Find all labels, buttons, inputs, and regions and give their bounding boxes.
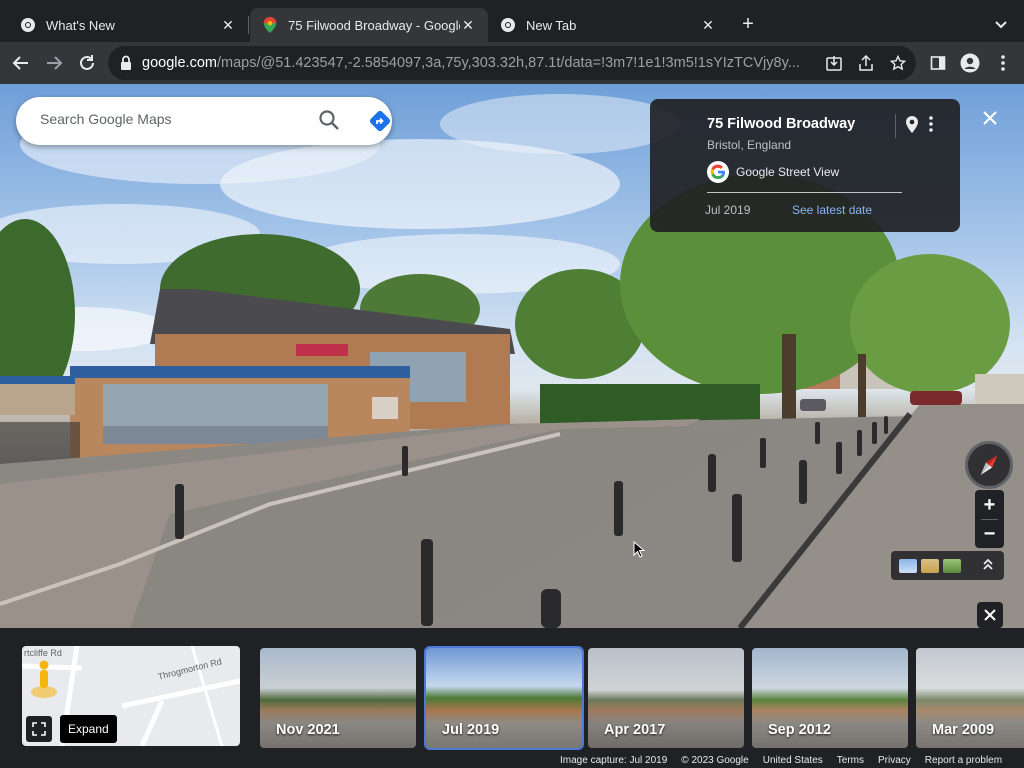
search-icon[interactable] — [318, 109, 342, 133]
browser-tab-bar: What's New ✕ 75 Filwood Broadway - Googl… — [0, 0, 1024, 46]
map-pin-icon[interactable] — [905, 115, 923, 137]
profile-avatar-icon[interactable] — [958, 51, 982, 75]
close-tab-icon[interactable]: ✕ — [460, 17, 476, 33]
browser-toolbar: google.com/maps/@51.423547,-2.5854097,3a… — [0, 42, 1024, 84]
timeline-date-label: Apr 2017 — [604, 722, 666, 738]
zoom-out-button[interactable]: − — [975, 520, 1004, 548]
divider — [707, 192, 902, 193]
close-tab-icon[interactable]: ✕ — [220, 17, 236, 33]
close-icon[interactable] — [978, 106, 1002, 130]
minimap[interactable]: rtcliffe Rd Throgmorton Rd — [22, 646, 240, 746]
tab-new-tab[interactable]: New Tab ✕ — [488, 8, 728, 42]
report-problem-link[interactable]: Report a problem — [925, 755, 1002, 768]
close-icon — [984, 609, 996, 621]
forward-arrow-icon[interactable] — [42, 51, 66, 75]
road-label: rtcliffe Rd — [24, 648, 62, 658]
kebab-menu-icon[interactable] — [991, 51, 1015, 75]
google-g-icon — [707, 161, 729, 183]
timeline-frame[interactable]: Nov 2021 — [260, 648, 416, 748]
search-input[interactable] — [40, 111, 290, 127]
timeline-date-label: Mar 2009 — [932, 722, 995, 738]
place-title: 75 Filwood Broadway — [707, 116, 856, 132]
new-tab-plus-icon[interactable]: + — [736, 12, 760, 36]
terms-link[interactable]: Terms — [837, 755, 864, 768]
expand-minimap-button[interactable] — [26, 716, 52, 742]
place-subtitle: Bristol, England — [707, 138, 792, 152]
timeline-date-label: Sep 2012 — [768, 722, 831, 738]
compass-button[interactable] — [965, 441, 1013, 489]
maps-search-box — [16, 97, 392, 145]
timeline-frame[interactable]: Sep 2012 — [752, 648, 908, 748]
image-capture-text: Image capture: Jul 2019 — [560, 755, 668, 766]
timeline-frame-selected[interactable]: Jul 2019 — [424, 646, 584, 750]
zoom-control: + − — [975, 490, 1004, 548]
lock-icon[interactable] — [120, 55, 134, 71]
maps-pin-icon — [262, 17, 278, 33]
timeline-frame[interactable]: Mar 2009 — [916, 648, 1024, 748]
more-options-icon[interactable] — [928, 115, 942, 137]
time-travel-filmstrip: rtcliffe Rd Throgmorton Rd Nov 2021 Jul … — [0, 628, 1024, 768]
expand-icon — [32, 722, 46, 736]
share-icon[interactable] — [857, 54, 875, 72]
layer-thumbnail[interactable] — [921, 559, 939, 573]
expand-up-icon[interactable] — [981, 556, 999, 574]
reload-icon[interactable] — [75, 51, 99, 75]
tab-whats-new[interactable]: What's New ✕ — [8, 8, 248, 42]
close-timeline-button[interactable] — [977, 602, 1003, 628]
layer-thumbnail[interactable] — [943, 559, 961, 573]
mouse-cursor-icon — [633, 541, 645, 559]
privacy-link[interactable]: Privacy — [878, 755, 911, 768]
tab-label: What's New — [46, 17, 115, 33]
chrome-icon — [20, 17, 36, 33]
tab-label: New Tab — [526, 17, 577, 33]
back-arrow-icon[interactable] — [9, 51, 33, 75]
install-app-icon[interactable] — [825, 54, 843, 72]
tab-label: 75 Filwood Broadway - Google — [288, 17, 460, 33]
url-host: google.com — [142, 55, 217, 71]
copyright-text: © 2023 Google — [681, 755, 749, 766]
capture-date: Jul 2019 — [705, 203, 751, 217]
close-tab-icon[interactable]: ✕ — [700, 17, 716, 33]
country-link[interactable]: United States — [763, 755, 823, 768]
pegman-icon[interactable] — [30, 658, 58, 703]
photo-type-switcher[interactable] — [891, 551, 1004, 580]
address-bar[interactable]: google.com/maps/@51.423547,-2.5854097,3a… — [108, 46, 916, 80]
timeline-date-label: Jul 2019 — [442, 722, 500, 738]
tab-google-maps[interactable]: 75 Filwood Broadway - Google ✕ — [250, 8, 488, 42]
provider-label: Google Street View — [736, 165, 840, 179]
directions-icon[interactable] — [368, 109, 392, 133]
tab-separator — [248, 16, 249, 34]
tab-search-chevron-icon[interactable] — [990, 14, 1012, 36]
location-info-card: 75 Filwood Broadway Bristol, England Goo… — [650, 99, 960, 232]
expand-tooltip: Expand — [60, 715, 117, 743]
url-path: /maps/@51.423547,-2.5854097,3a,75y,303.3… — [216, 55, 800, 71]
layer-thumbnail[interactable] — [899, 559, 917, 573]
side-panel-icon[interactable] — [926, 51, 950, 75]
divider — [895, 114, 896, 138]
map-footer: Image capture: Jul 2019 © 2023 Google Un… — [560, 755, 1016, 768]
timeline-date-label: Nov 2021 — [276, 722, 340, 738]
bookmark-star-icon[interactable] — [889, 54, 907, 72]
chrome-icon — [500, 17, 516, 33]
see-latest-date-link[interactable]: See latest date — [792, 203, 872, 217]
timeline-frame[interactable]: Apr 2017 — [588, 648, 744, 748]
url-text[interactable]: google.com/maps/@51.423547,-2.5854097,3a… — [142, 55, 822, 71]
compass-icon — [980, 455, 998, 475]
zoom-in-button[interactable]: + — [975, 491, 1004, 519]
